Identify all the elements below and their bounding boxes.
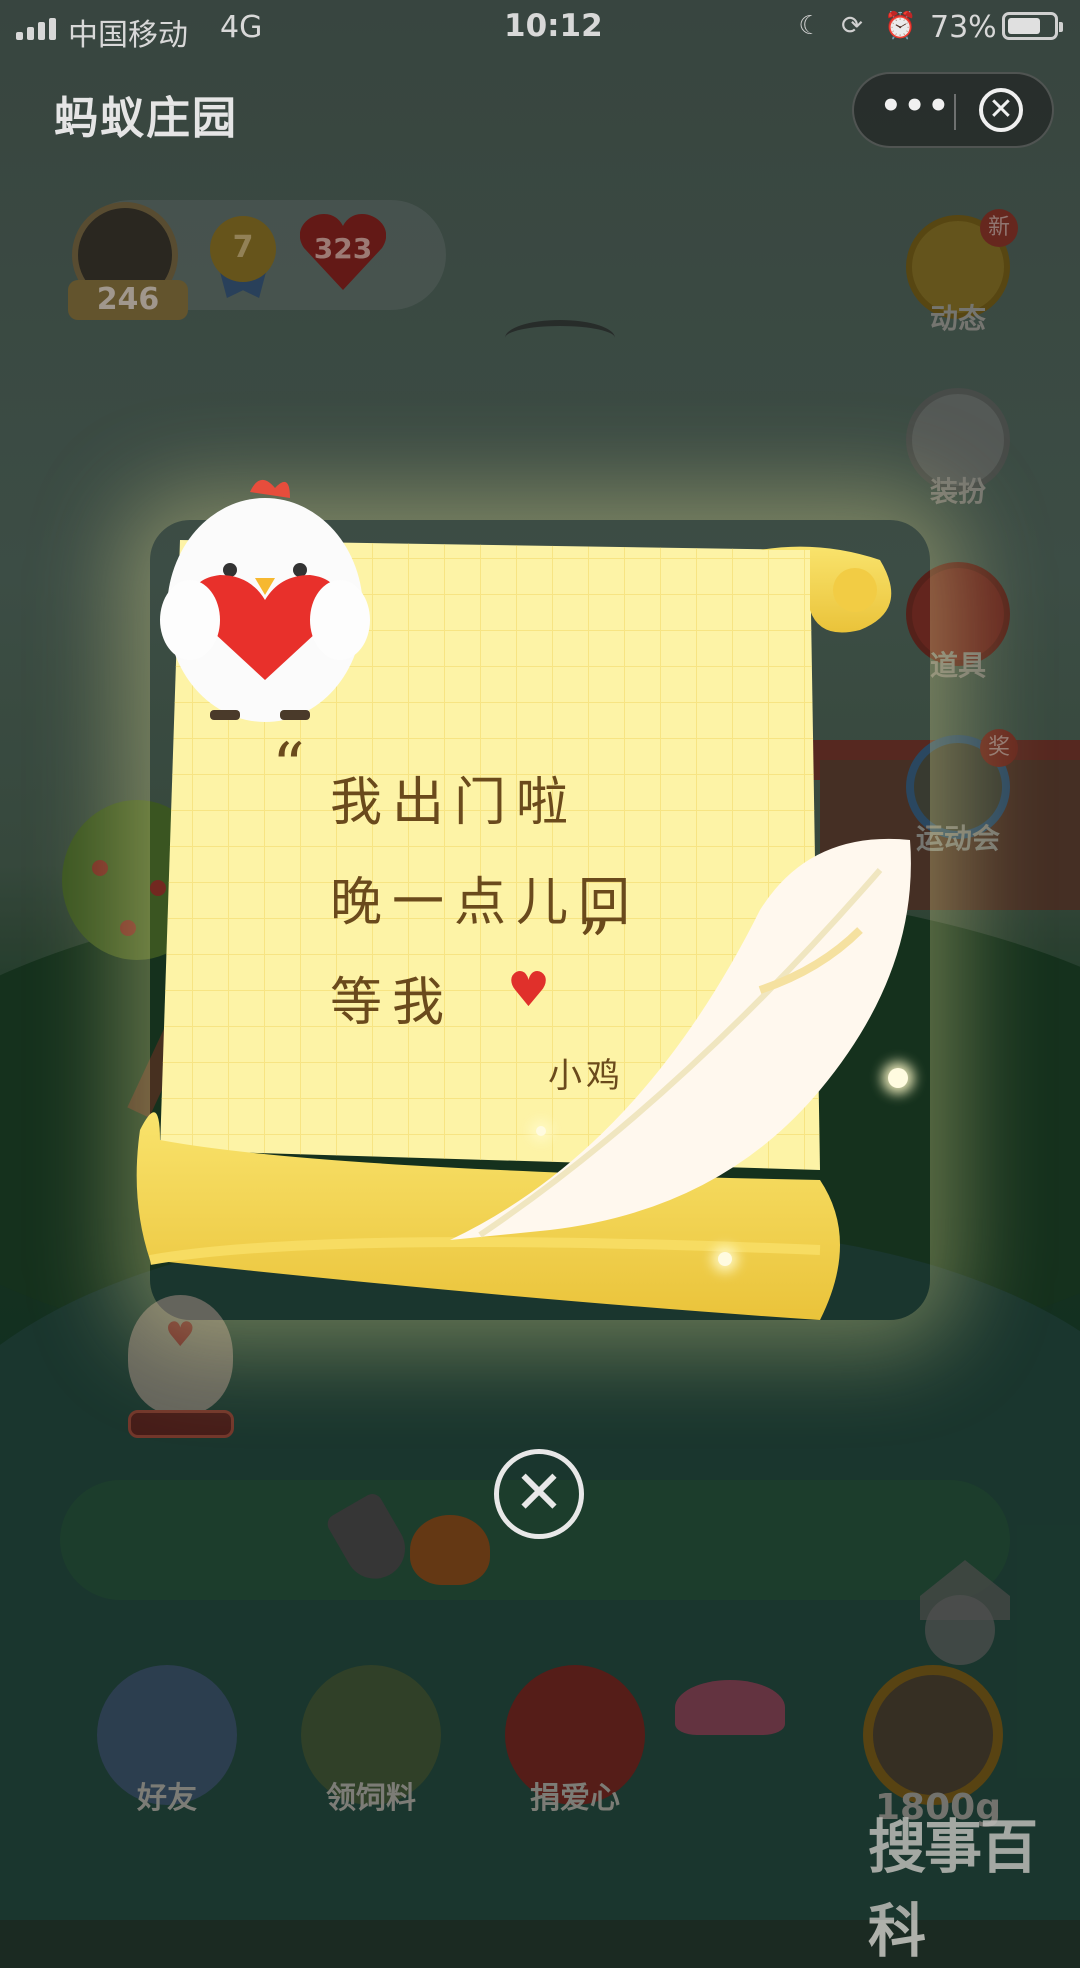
letter-line-1: 我出门啦 bbox=[330, 773, 579, 833]
letter-signature: 小鸡 bbox=[548, 1056, 624, 1096]
sparkle bbox=[888, 1068, 908, 1088]
open-quote: “ bbox=[272, 730, 305, 804]
letter-line-3: 等我 bbox=[330, 973, 455, 1033]
sparkle bbox=[718, 1252, 732, 1266]
heart-icon: ♥ bbox=[507, 962, 551, 1018]
close-quote: ” bbox=[578, 908, 611, 982]
sparkle bbox=[536, 1126, 546, 1136]
modal-close-button[interactable]: ✕ bbox=[494, 1449, 584, 1539]
